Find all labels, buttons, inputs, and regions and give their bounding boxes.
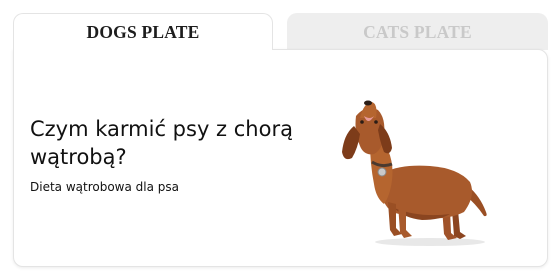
- article-headline[interactable]: Czym karmić psy z chorą wątrobą?: [30, 115, 320, 171]
- tab-dogs-plate[interactable]: DOGS PLATE: [13, 13, 273, 50]
- dachshund-dog-image: [342, 100, 487, 246]
- article-sublink[interactable]: Dieta wątrobowa dla psa: [30, 179, 179, 195]
- tab-dogs-plate-label: DOGS PLATE: [86, 21, 200, 42]
- tab-cats-plate[interactable]: CATS PLATE: [287, 13, 548, 50]
- tab-cats-plate-label: CATS PLATE: [363, 21, 472, 42]
- plate-tabs-widget: DOGS PLATE CATS PLATE Czym karmić psy z …: [0, 0, 560, 280]
